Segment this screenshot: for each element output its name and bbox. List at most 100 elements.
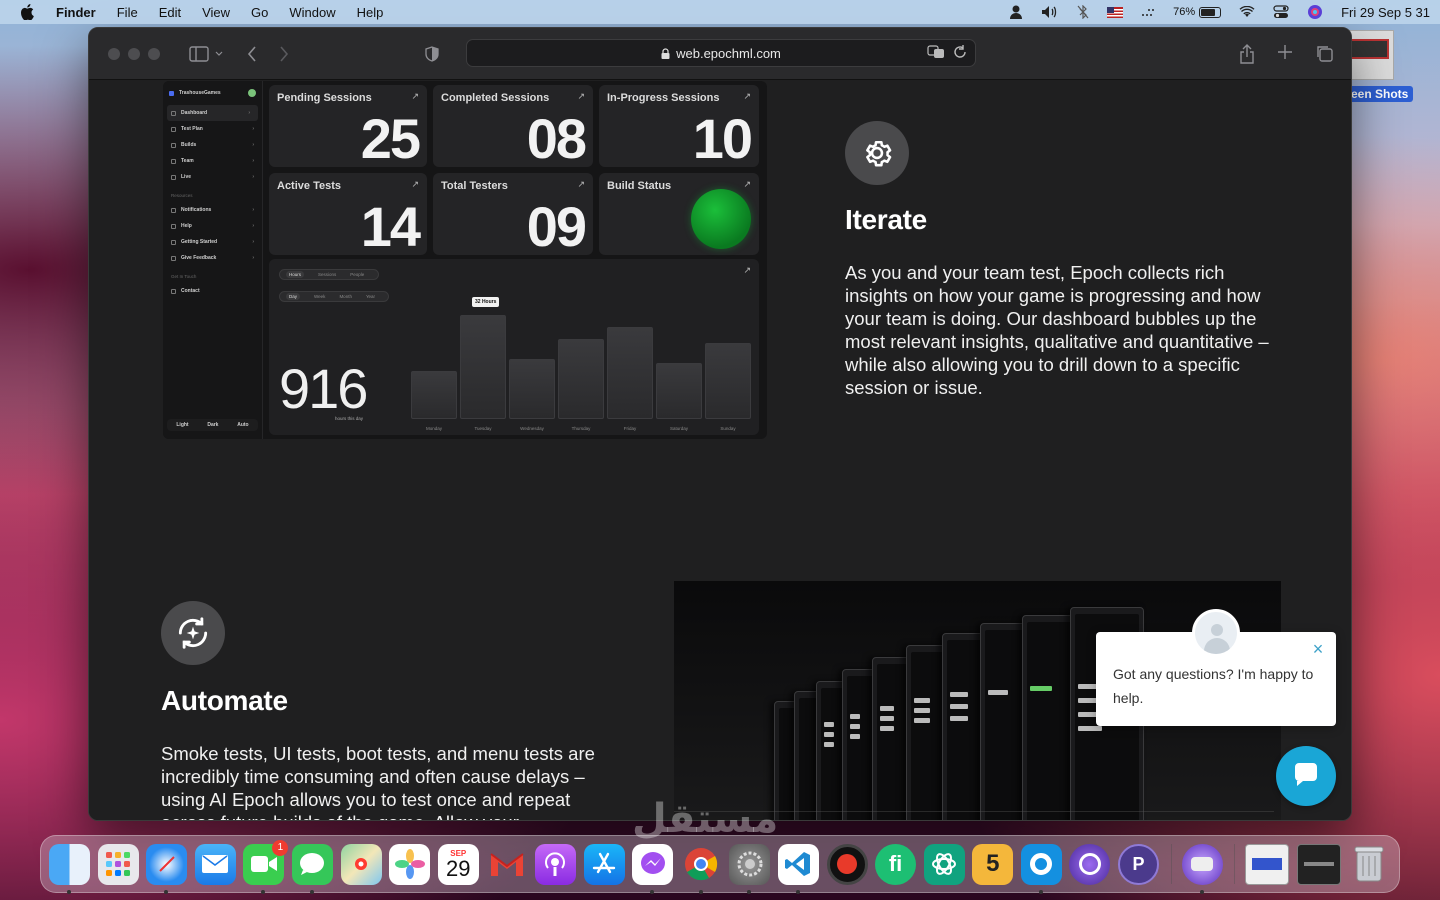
- fiverr-icon[interactable]: fi: [875, 843, 917, 885]
- safari-icon[interactable]: [146, 843, 188, 894]
- total-hours-caption: hours this day: [335, 416, 364, 421]
- screen-recorder-icon[interactable]: [826, 843, 868, 885]
- screen-capture-icon[interactable]: [1020, 843, 1062, 894]
- iterate-gear-icon: [845, 121, 909, 185]
- card-build-status: Build Status ↗: [599, 173, 759, 255]
- menu-edit[interactable]: Edit: [159, 5, 181, 20]
- app-name-menu[interactable]: Finder: [56, 5, 96, 20]
- gmail-icon[interactable]: [486, 844, 527, 885]
- dash-nav-label: Getting Started: [181, 239, 218, 245]
- clock[interactable]: Fri 29 Sep 5 31: [1341, 5, 1430, 20]
- lasso-app-icon[interactable]: [1069, 843, 1111, 885]
- dash-nav-label: Live: [181, 174, 192, 180]
- wifi-icon[interactable]: [1239, 4, 1255, 20]
- minimize-window-button[interactable]: [128, 47, 140, 60]
- dash-nav-label: Help: [181, 223, 192, 229]
- translate-icon[interactable]: [927, 45, 945, 62]
- card-total-testers: Total Testers ↗ 09: [433, 173, 593, 255]
- menu-go[interactable]: Go: [251, 5, 268, 20]
- menu-file[interactable]: File: [117, 5, 138, 20]
- sidebar-toggle-icon[interactable]: [189, 44, 209, 64]
- chart-x-label: Saturday: [669, 426, 688, 431]
- close-window-button[interactable]: [108, 47, 120, 60]
- photos-icon[interactable]: [389, 843, 431, 885]
- tab-overview-icon[interactable]: [1315, 44, 1333, 69]
- downloads-stack-icon[interactable]: [1296, 843, 1341, 885]
- privacy-shield-icon[interactable]: [425, 44, 439, 64]
- battery-percent: 76%: [1173, 6, 1196, 18]
- battery-status[interactable]: 76%: [1173, 6, 1222, 18]
- vscode-icon[interactable]: [777, 843, 819, 894]
- dash-nav-label: Dashboard: [181, 110, 208, 116]
- chart-tooltip: 32 Hours: [472, 297, 500, 307]
- vpn-icon[interactable]: [1181, 843, 1223, 894]
- finder-icon[interactable]: [49, 843, 90, 894]
- screenshots-stack-icon[interactable]: [1245, 843, 1290, 885]
- dash-nav-label: Test Plan: [181, 126, 203, 132]
- chart-x-label: Friday: [623, 426, 637, 431]
- calendar-icon[interactable]: SEP 29: [437, 843, 479, 885]
- dash-theme-switch: Light Dark Auto: [167, 419, 258, 431]
- app-store-icon[interactable]: [583, 843, 625, 885]
- expand-arrow-icon: ↗: [577, 91, 585, 101]
- menu-bar: Finder File Edit View Go Window Help 76%…: [0, 0, 1440, 24]
- apple-menu-icon[interactable]: [20, 4, 36, 20]
- chart-x-label: Thursday: [571, 426, 591, 431]
- dash-resources-label: Resources: [171, 193, 193, 198]
- launchpad-icon[interactable]: [97, 843, 139, 885]
- new-tab-icon[interactable]: [1277, 44, 1293, 69]
- maps-icon[interactable]: [340, 843, 382, 885]
- iterate-body: As you and your team test, Epoch collect…: [845, 262, 1269, 398]
- theme-dark: Dark: [207, 422, 219, 428]
- app-five-icon[interactable]: 5: [972, 843, 1014, 885]
- chatgpt-icon[interactable]: [923, 843, 965, 885]
- card-active-tests: Active Tests ↗ 14: [269, 173, 427, 255]
- dashboard-screenshot: TrashouseGames Dashboard › Test Plan › Bui…: [163, 81, 767, 439]
- address-bar[interactable]: web.epochml.com: [466, 39, 976, 67]
- volume-icon[interactable]: [1041, 4, 1059, 20]
- system-settings-icon[interactable]: [729, 843, 771, 894]
- menu-view[interactable]: View: [202, 5, 230, 20]
- share-icon[interactable]: [1239, 44, 1255, 69]
- user-icon[interactable]: [1009, 4, 1023, 20]
- menu-help[interactable]: Help: [357, 5, 384, 20]
- dots-icon[interactable]: [1141, 4, 1155, 20]
- toggle-sessions: Sessions: [318, 272, 337, 277]
- forward-icon[interactable]: [279, 44, 289, 64]
- back-icon[interactable]: [247, 44, 257, 64]
- card-value: 25: [360, 107, 421, 170]
- card-title: Pending Sessions: [277, 92, 372, 104]
- facetime-icon[interactable]: 1: [243, 839, 289, 894]
- expand-arrow-icon: ↗: [411, 179, 419, 189]
- chat-launcher-button[interactable]: [1276, 746, 1336, 806]
- flag-icon[interactable]: [1107, 4, 1124, 20]
- trash-icon[interactable]: [1348, 844, 1389, 885]
- avatar: [248, 89, 256, 97]
- expand-arrow-icon: ↗: [743, 91, 751, 101]
- toggle-day: Day: [286, 293, 301, 300]
- mail-icon[interactable]: [194, 843, 236, 885]
- chart-bar: [656, 363, 702, 419]
- bluetooth-off-icon[interactable]: [1077, 4, 1089, 20]
- chart-x-label: Monday: [425, 426, 442, 431]
- podcasts-icon[interactable]: [534, 843, 576, 885]
- messages-icon[interactable]: [291, 843, 333, 894]
- notification-badge: 1: [272, 839, 289, 856]
- menu-window[interactable]: Window: [289, 5, 335, 20]
- siri-icon[interactable]: [1307, 4, 1323, 20]
- control-center-icon[interactable]: [1273, 4, 1289, 20]
- zoom-window-button[interactable]: [148, 47, 160, 60]
- chevron-down-icon[interactable]: [215, 44, 223, 64]
- chart-bar: [705, 343, 751, 419]
- close-icon[interactable]: ×: [1310, 640, 1326, 658]
- screenshots-folder-label[interactable]: een Shots: [1346, 86, 1414, 102]
- chrome-icon[interactable]: [681, 844, 722, 894]
- messenger-icon[interactable]: [632, 843, 674, 894]
- dashboard-brand: TrashouseGames: [163, 81, 262, 105]
- reload-icon[interactable]: [953, 45, 967, 62]
- card-title: Total Testers: [441, 180, 508, 192]
- p-app-icon[interactable]: P: [1118, 843, 1160, 885]
- toolbar-right: [1239, 44, 1333, 69]
- trend-icon: ↗: [743, 265, 751, 275]
- toggle-people: People: [350, 272, 365, 277]
